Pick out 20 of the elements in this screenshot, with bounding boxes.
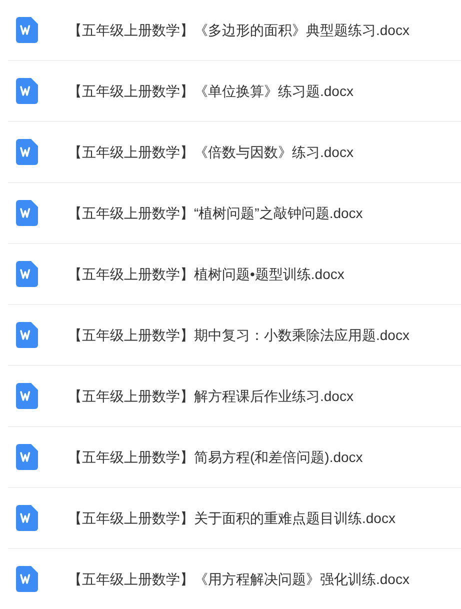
word-document-icon [16, 261, 38, 287]
word-document-icon [16, 383, 38, 409]
word-document-icon [16, 200, 38, 226]
file-name[interactable]: 【五年级上册数学】关于面积的重难点题目训练.docx [68, 508, 396, 528]
word-document-icon [16, 17, 38, 43]
file-name[interactable]: 【五年级上册数学】植树问题•题型训练.docx [68, 264, 344, 284]
file-name[interactable]: 【五年级上册数学】简易方程(和差倍问题).docx [68, 446, 363, 468]
file-name[interactable]: 【五年级上册数学】《用方程解决问题》强化训练.docx [68, 568, 410, 590]
word-document-icon [16, 505, 38, 531]
word-document-icon [16, 566, 38, 592]
word-document-icon [16, 322, 38, 348]
file-name[interactable]: 【五年级上册数学】《倍数与因数》练习.docx [68, 142, 354, 162]
word-document-icon [16, 444, 38, 470]
word-document-icon [16, 139, 38, 165]
file-name[interactable]: 【五年级上册数学】《多边形的面积》典型题练习.docx [68, 20, 410, 40]
file-name[interactable]: 【五年级上册数学】《单位换算》练习题.docx [68, 80, 354, 102]
file-name[interactable]: 【五年级上册数学】“植树问题”之敲钟问题.docx [68, 202, 363, 224]
file-name[interactable]: 【五年级上册数学】期中复习：小数乘除法应用题.docx [68, 324, 410, 346]
file-name[interactable]: 【五年级上册数学】解方程课后作业练习.docx [68, 386, 354, 406]
word-document-icon [16, 78, 38, 104]
